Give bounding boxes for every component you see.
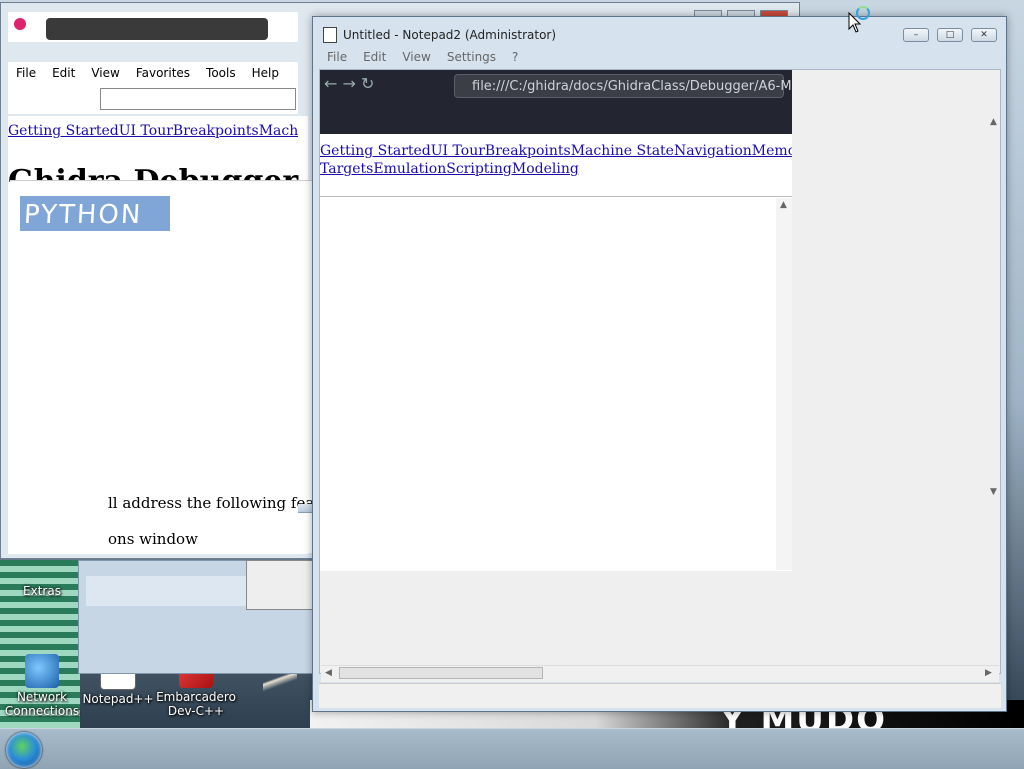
page-title: Ghidra Debugger [8,164,299,182]
ghost-browser-url[interactable]: file:///C:/ghidra/docs/GhidraClass/Debug… [472,79,792,94]
network-globe-icon [25,654,59,688]
browser-nav-links[interactable]: Getting StartedUI TourBreakpointsMachine… [8,123,298,139]
scroll-left-icon[interactable]: ◀ [325,668,332,678]
scroll-up-icon[interactable]: ▲ [990,117,997,127]
desktop-icon-label: Embarcadero Dev-C++ [156,690,236,718]
notepad2-window: Untitled - Notepad2 (Administrator) – □ … [312,16,1007,712]
close-button[interactable]: ✕ [971,28,997,42]
browser-tab[interactable] [46,18,268,40]
busy-spinner-icon [856,6,870,20]
background-window-box [246,560,314,610]
maximize-button[interactable]: □ [937,28,963,42]
scroll-right-icon[interactable]: ▶ [985,668,992,678]
desktop-icon-label: Notepad++ [82,692,154,706]
menu-view[interactable]: View [394,50,438,64]
notepad2-menubar: File Edit View Settings ? [319,47,1001,67]
handwritten-text: PYTHON [23,200,144,230]
taskbar [0,728,1024,769]
ghost-browser-links[interactable]: Getting StartedUI TourBreakpointsMachine… [320,142,792,178]
browser-menubar: File Edit View Favorites Tools Help [8,62,298,85]
ghost-links-line2[interactable]: TargetsEmulationScriptingModeling [320,160,792,178]
minimize-button[interactable]: – [903,28,929,42]
vertical-scrollbar[interactable]: ▲ ▼ [989,117,1001,497]
notepad2-titlebar[interactable]: Untitled - Notepad2 (Administrator) – □ … [313,17,1006,47]
ghost-vertical-scrollbar[interactable]: ▲ [776,198,792,570]
desktop-icon-network-connections[interactable]: Network Connections [2,654,82,718]
horizontal-scroll-thumb[interactable] [339,667,543,679]
ghost-canvas [320,196,792,571]
notepad-app-icon [323,27,337,43]
menu-view[interactable]: View [83,66,127,80]
desktop-icon-label: Extras [23,584,61,598]
menu-file[interactable]: File [8,66,44,80]
menu-favorites[interactable]: Favorites [128,66,198,80]
menu-settings[interactable]: Settings [439,50,504,64]
page-text-fragment: ons window [108,530,198,548]
menu-help[interactable]: ? [504,50,526,64]
browser-address-field[interactable] [100,88,296,110]
ghost-links-line1[interactable]: Getting StartedUI TourBreakpointsMachine… [320,142,792,160]
desktop-icon-label: Network Connections [4,690,80,718]
notepad2-edit-area[interactable]: ← → ↻ file:///C:/ghidra/docs/GhidraClass… [319,69,1001,674]
desktop-icon-extras[interactable]: Extras [2,584,82,598]
menu-file[interactable]: File [319,50,355,64]
notepad2-statusbar [319,683,1001,708]
scroll-up-icon[interactable]: ▲ [780,200,787,210]
menu-edit[interactable]: Edit [44,66,83,80]
paint-selection[interactable]: PYTHON [20,196,170,231]
menu-help[interactable]: Help [244,66,287,80]
window-title: Untitled - Notepad2 (Administrator) [343,28,557,42]
browser-tab-favicon-icon [14,18,26,30]
ghost-browser-nav-icons[interactable]: ← → ↻ [324,74,374,93]
menu-tools[interactable]: Tools [198,66,244,80]
ghost-browser-toolbar: ← → ↻ file:///C:/ghidra/docs/GhidraClass… [320,70,792,134]
page-text-fragment: ll address the following featu [108,494,330,512]
start-button-icon[interactable] [6,732,42,768]
scroll-down-icon[interactable]: ▼ [990,487,997,497]
menu-edit[interactable]: Edit [355,50,394,64]
